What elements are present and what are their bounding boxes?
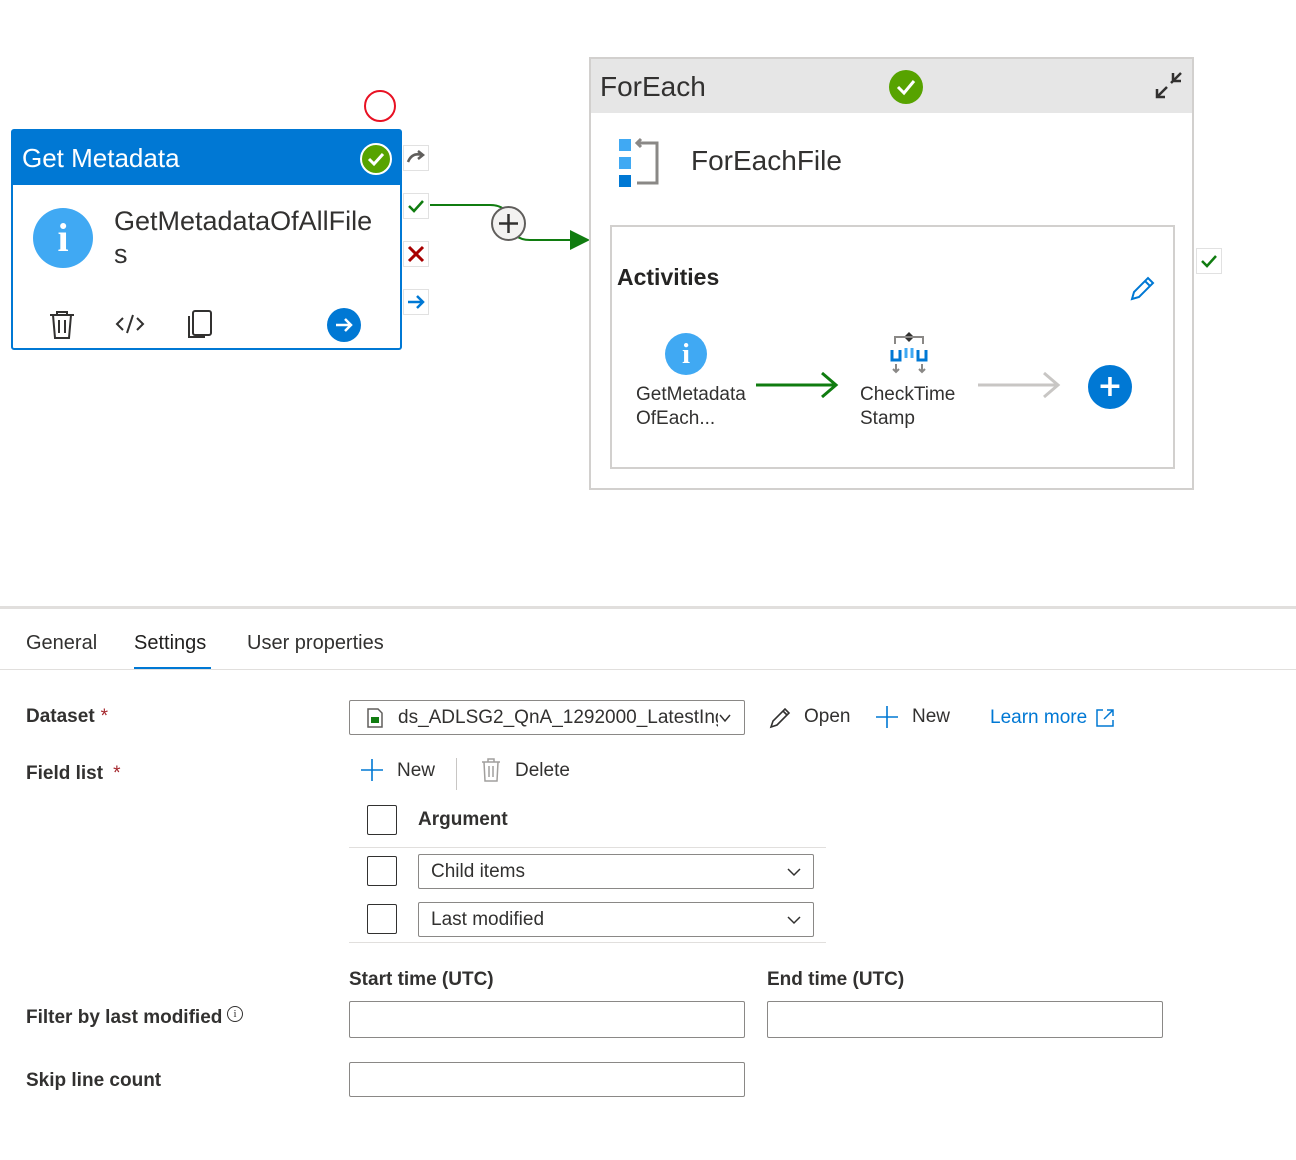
panel-divider[interactable] <box>0 606 1296 609</box>
success-arrow <box>756 371 839 399</box>
argument-value: Last modified <box>431 909 545 930</box>
end-time-input[interactable] <box>767 1001 1163 1038</box>
new-field-button[interactable]: New <box>397 760 435 782</box>
delete-icon[interactable] <box>480 757 502 788</box>
learn-more-link[interactable]: Learn more <box>990 707 1087 729</box>
tab-general[interactable]: General <box>26 632 97 655</box>
success-check-icon <box>889 70 923 104</box>
code-icon[interactable] <box>113 307 147 341</box>
row-checkbox[interactable] <box>367 904 397 934</box>
info-icon: i <box>33 208 93 268</box>
get-metadata-header: Get Metadata <box>13 131 400 185</box>
copy-icon[interactable] <box>183 307 217 341</box>
skip-line-count-input[interactable] <box>349 1062 745 1097</box>
edit-pencil-icon[interactable] <box>1128 273 1158 308</box>
plus-icon[interactable] <box>359 757 385 788</box>
csv-file-icon <box>366 708 384 733</box>
get-metadata-activity[interactable]: Get Metadata i GetMetadataOfAllFiles <box>11 129 402 350</box>
row-checkbox[interactable] <box>367 856 397 886</box>
add-connector-icon[interactable] <box>491 206 526 241</box>
argument-value: Child items <box>431 861 525 882</box>
info-icon[interactable]: i <box>227 1006 243 1022</box>
delete-field-button[interactable]: Delete <box>515 760 570 782</box>
highlight-marker <box>364 90 396 122</box>
inner-activity-checktimestamp-name[interactable]: CheckTimeStamp <box>860 383 965 431</box>
chevron-down-icon <box>787 913 801 932</box>
inner-activity-getmetadata-name[interactable]: GetMetadataOfEach... <box>636 383 746 431</box>
row-divider <box>349 942 826 943</box>
field-list-label: Field list * <box>26 763 121 784</box>
argument-dropdown-last-modified[interactable]: Last modified <box>418 902 814 937</box>
filter-label: Filter by last modified <box>26 1007 223 1028</box>
go-icon[interactable] <box>327 308 361 342</box>
foreach-activity[interactable]: ForEach ForEachFile Activities i GetMeta… <box>589 57 1194 490</box>
argument-header: Argument <box>418 809 508 830</box>
success-port-icon[interactable] <box>403 193 429 219</box>
pending-arrow <box>978 371 1061 399</box>
row-divider <box>349 847 826 848</box>
select-all-checkbox[interactable] <box>367 805 397 835</box>
foreach-success-port-icon[interactable] <box>1196 248 1222 274</box>
tabs-divider <box>0 669 1296 670</box>
toolbar-separator <box>456 758 457 790</box>
dataset-value: ds_ADLSG2_QnA_1292000_LatestIng... <box>398 707 718 728</box>
add-activity-button[interactable]: + <box>1088 365 1132 409</box>
pencil-icon[interactable] <box>768 704 794 735</box>
chevron-down-icon <box>718 711 732 730</box>
activities-title: Activities <box>617 264 720 290</box>
collapse-icon[interactable] <box>1151 67 1187 108</box>
new-dataset-button[interactable]: New <box>912 706 950 728</box>
activities-container[interactable]: Activities i GetMetadataOfEach... CheckT… <box>610 225 1175 469</box>
pipeline-canvas[interactable]: Get Metadata i GetMetadataOfAllFiles For… <box>0 0 1296 605</box>
external-link-icon[interactable] <box>1095 708 1115 733</box>
skip-port-icon[interactable] <box>403 145 429 171</box>
if-condition-icon <box>887 330 931 379</box>
foreach-name: ForEachFile <box>691 145 842 176</box>
end-time-label: End time (UTC) <box>767 969 905 990</box>
dataset-label: Dataset * <box>26 706 109 727</box>
tab-user-properties[interactable]: User properties <box>247 632 384 655</box>
activity-name: GetMetadataOfAllFiles <box>114 206 373 269</box>
success-check-icon <box>360 143 392 175</box>
start-time-input[interactable] <box>349 1001 745 1038</box>
plus-icon[interactable] <box>874 704 900 735</box>
info-icon: i <box>665 333 707 375</box>
open-button[interactable]: Open <box>804 706 850 728</box>
chevron-down-icon <box>787 865 801 884</box>
start-time-label: Start time (UTC) <box>349 969 494 990</box>
completion-port-icon[interactable] <box>403 289 429 315</box>
argument-dropdown-child-items[interactable]: Child items <box>418 854 814 889</box>
failure-port-icon[interactable] <box>403 241 429 267</box>
dataset-select[interactable]: ds_ADLSG2_QnA_1292000_LatestIng... <box>349 700 745 735</box>
trash-icon[interactable] <box>45 307 79 341</box>
tab-settings[interactable]: Settings <box>134 632 206 655</box>
foreach-icon <box>617 137 663 194</box>
skip-line-count-label: Skip line count <box>26 1070 162 1091</box>
